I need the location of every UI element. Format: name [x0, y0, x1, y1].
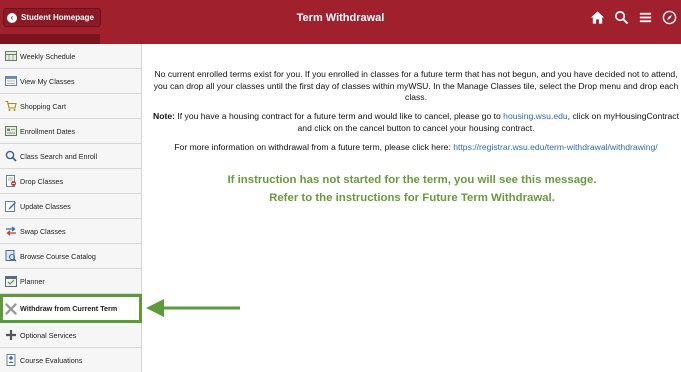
sidebar-item-label: Shopping Cart: [20, 101, 66, 111]
sidebar-item-label: Drop Classes: [20, 176, 64, 186]
calendar-grid-icon: [5, 51, 17, 61]
sidebar-item-withdraw-current-term[interactable]: Withdraw from Current Term: [0, 294, 142, 323]
sidebar-item-enrollment-dates[interactable]: Enrollment Dates: [0, 119, 142, 144]
shopping-cart-icon: [5, 100, 17, 111]
withdrawal-info: For more information on withdrawal from …: [151, 142, 681, 154]
edit-icon: [5, 201, 16, 212]
sidebar-item-course-evaluations[interactable]: Course Evaluations: [0, 348, 142, 372]
sidebar: Weekly Schedule View My Classes Shopping…: [0, 44, 142, 372]
sidebar-item-label: Optional Services: [20, 330, 77, 340]
planner-icon: [5, 276, 17, 287]
enrollment-dates-icon: [5, 126, 17, 136]
header-icons: [590, 10, 677, 25]
registrar-withdrawal-link[interactable]: https://registrar.wsu.edu/term-withdrawa…: [453, 142, 657, 152]
annotation-line-2: Refer to the instructions for Future Ter…: [269, 192, 555, 204]
info-text: For more information on withdrawal from …: [174, 142, 454, 152]
drop-classes-icon: [6, 175, 16, 187]
sidebar-item-shopping-cart[interactable]: Shopping Cart: [0, 94, 142, 119]
note-text-pre: If you have a housing contract for a fut…: [174, 111, 504, 121]
search-icon[interactable]: [614, 10, 629, 25]
sidebar-item-label: Planner: [20, 276, 45, 286]
sidebar-item-swap-classes[interactable]: Swap Classes: [0, 219, 142, 244]
plus-icon: [6, 330, 16, 340]
annotation-line-1: If instruction has not started for the t…: [227, 174, 597, 186]
sidebar-item-planner[interactable]: Planner: [0, 269, 142, 294]
sidebar-item-label: Enrollment Dates: [20, 126, 76, 136]
note-label: Note:: [153, 111, 175, 121]
sidebar-item-label: Browse Course Catalog: [20, 251, 96, 261]
sidebar-item-label: Course Evaluations: [20, 355, 83, 365]
sidebar-item-label: Update Classes: [20, 201, 71, 211]
menu-icon[interactable]: [638, 10, 653, 25]
withdraw-x-icon: [5, 302, 17, 315]
sidebar-item-label: Class Search and Enroll: [20, 151, 98, 161]
navigation-compass-icon[interactable]: [662, 10, 677, 25]
sidebar-item-drop-classes[interactable]: Drop Classes: [0, 169, 142, 194]
housing-note: Note: If you have a housing contract for…: [151, 111, 681, 134]
search-icon: [5, 150, 17, 162]
sidebar-item-update-classes[interactable]: Update Classes: [0, 194, 142, 219]
annotation-arrow: [146, 299, 240, 317]
classes-list-icon: [5, 76, 17, 86]
home-icon[interactable]: [590, 10, 605, 25]
housing-link[interactable]: housing.wsu.edu: [503, 111, 568, 121]
sidebar-item-label: Withdraw from Current Term: [20, 304, 118, 313]
sidebar-item-label: Weekly Schedule: [20, 51, 76, 61]
sidebar-item-label: Swap Classes: [20, 226, 66, 236]
catalog-icon: [5, 250, 17, 262]
sidebar-item-class-search[interactable]: Class Search and Enroll: [0, 144, 142, 169]
sidebar-item-label: View My Classes: [20, 76, 75, 86]
sidebar-item-optional-services[interactable]: Optional Services: [0, 323, 142, 348]
sidebar-item-weekly-schedule[interactable]: Weekly Schedule: [0, 44, 142, 69]
main-content: No current enrolled terms exist for you.…: [143, 44, 681, 372]
swap-arrows-icon: [6, 226, 16, 236]
evaluation-icon: [6, 354, 16, 366]
sidebar-item-browse-catalog[interactable]: Browse Course Catalog: [0, 244, 142, 269]
page-title: Term Withdrawal: [296, 12, 385, 24]
home-underline: [0, 34, 100, 44]
no-enrolled-terms-message: No current enrolled terms exist for you.…: [153, 69, 679, 102]
sidebar-item-view-my-classes[interactable]: View My Classes: [0, 69, 142, 94]
header-bar: ‹ Student Homepage Term Withdrawal: [0, 0, 681, 44]
